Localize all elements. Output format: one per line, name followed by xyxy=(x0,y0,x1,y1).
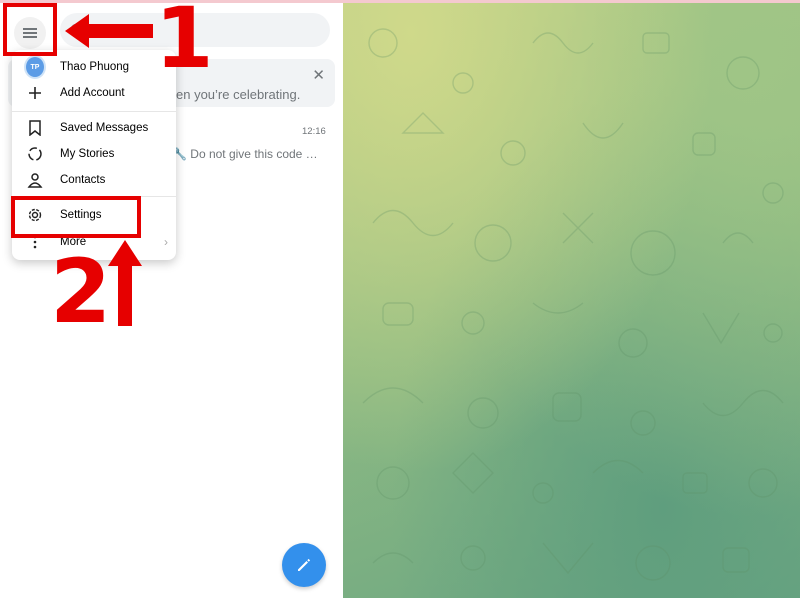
highlight-box-settings xyxy=(11,196,141,238)
arrow-left-icon xyxy=(65,14,153,48)
step-1-label: 1 xyxy=(155,0,214,87)
menu-item-add-account[interactable]: Add Account xyxy=(12,81,176,105)
avatar: TP xyxy=(26,57,44,77)
doodle-pattern xyxy=(362,28,784,581)
banner-text: en you’re celebrating. xyxy=(176,87,301,102)
menu-item-account[interactable]: TP Thao Phuong xyxy=(12,55,176,79)
close-icon[interactable]: ✕ xyxy=(312,66,325,84)
arrow-up-icon xyxy=(108,240,142,326)
stories-icon xyxy=(26,145,44,163)
step-2-label: 2 xyxy=(50,240,112,343)
user-icon xyxy=(26,171,44,189)
menu-item-label: Add Account xyxy=(60,87,125,99)
menu-divider xyxy=(12,111,176,112)
menu-item-my-stories[interactable]: My Stories xyxy=(12,142,176,166)
chevron-right-icon: › xyxy=(164,235,168,249)
pencil-icon xyxy=(298,558,311,571)
account-name: Thao Phuong xyxy=(60,61,130,73)
menu-item-saved-messages[interactable]: Saved Messages xyxy=(12,116,176,140)
chat-wallpaper xyxy=(343,3,800,598)
chat-time: 12:16 xyxy=(302,126,326,137)
menu-item-contacts[interactable]: Contacts xyxy=(12,168,176,192)
bookmark-icon xyxy=(26,119,44,137)
menu-item-label: Contacts xyxy=(60,174,106,186)
menu-item-label: Saved Messages xyxy=(60,122,149,134)
highlight-box-menu xyxy=(3,3,57,56)
plus-icon xyxy=(26,84,44,102)
chat-preview[interactable]: 🔧 Do not give this code … xyxy=(172,147,332,161)
menu-item-label: My Stories xyxy=(60,148,115,160)
compose-button[interactable] xyxy=(282,543,326,587)
